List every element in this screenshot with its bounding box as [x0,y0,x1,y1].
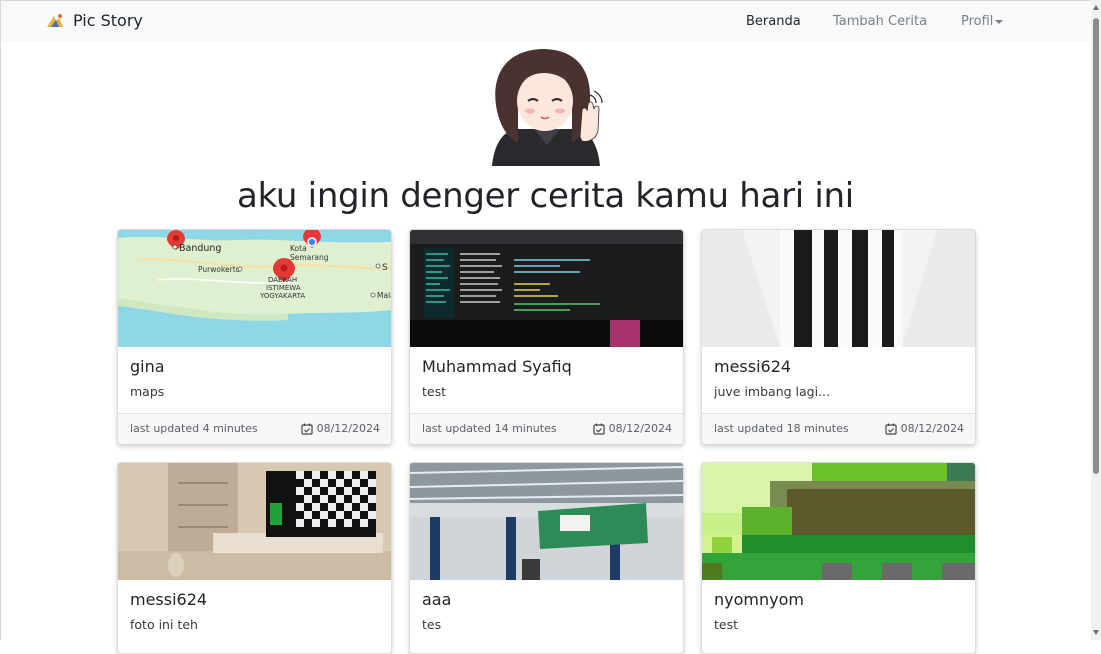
story-description: tes [422,617,442,632]
calendar-check-icon [592,423,605,435]
story-description: juve imbang lagi... [714,384,830,399]
story-updated-text: last updated 4 minutes [130,422,258,435]
story-author: gina [130,357,165,376]
scrollbar-thumb[interactable] [1093,18,1099,474]
map-label-s: S [382,263,388,273]
story-pixel-art-thumbnail [702,463,975,580]
story-author: messi624 [130,590,208,609]
navbar: Pic Story Beranda Tambah Cerita Profil [1,1,1090,42]
nav-home-link[interactable]: Beranda [746,14,801,29]
story-date-text: 08/12/2024 [608,422,672,435]
story-updated-text: last updated 14 minutes [422,422,557,435]
map-label-yogyakarta: YOGYAKARTA [259,292,305,300]
story-map-thumbnail: Bandung Kota Semarang Purwokerto DAERAH … [118,230,391,347]
story-description: foto ini teh [130,617,198,632]
page-headline: aku ingin denger cerita kamu hari ini [237,176,854,216]
story-author: aaa [422,590,452,609]
nav-profile-dropdown[interactable]: Profil [961,14,1004,29]
story-card[interactable]: messi624 foto ini teh [117,462,392,654]
story-card[interactable]: messi624 juve imbang lagi... last update… [701,229,976,445]
story-author: nyomnyom [714,590,804,609]
scroll-down-arrow-icon[interactable] [1093,630,1099,635]
story-date-text: 08/12/2024 [316,422,380,435]
calendar-check-icon [300,423,313,435]
nav-add-story-link[interactable]: Tambah Cerita [833,14,927,29]
story-date: 08/12/2024 [300,422,380,435]
story-author: Muhammad Syafiq [422,357,572,376]
page-scrollbar[interactable] [1091,0,1101,640]
calendar-check-icon [884,423,897,435]
story-card-footer: last updated 18 minutes 08/12/2024 [702,413,975,444]
story-description: maps [130,384,165,399]
map-label-purwokerto: Purwokerto [198,265,241,274]
brand-logo-icon [47,13,63,27]
story-photo-thumbnail [410,230,683,347]
map-label-bandung: Bandung [179,243,221,254]
nav-profile-label: Profil [961,14,994,29]
story-description: test [422,384,447,399]
story-date: 08/12/2024 [884,422,964,435]
map-label-daerah: DAERAH [268,276,297,284]
story-photo-thumbnail [410,463,683,580]
chevron-down-icon [995,19,1004,24]
story-card[interactable]: aaa tes [409,462,684,654]
story-card-footer: last updated 14 minutes 08/12/2024 [410,413,683,444]
story-card-footer: last updated 4 minutes 08/12/2024 [118,413,391,444]
story-photo-thumbnail [118,463,391,580]
story-updated-text: last updated 18 minutes [714,422,849,435]
story-card[interactable]: nyomnyom test [701,462,976,654]
story-author: messi624 [714,357,792,376]
map-label-semarang: Semarang [290,253,329,262]
map-label-istimewa: ISTIMEWA [266,284,301,292]
map-label-mala: Mala [377,291,391,300]
story-photo-thumbnail [702,230,975,347]
story-date-text: 08/12/2024 [900,422,964,435]
brand-name: Pic Story [73,11,143,30]
map-label-kota: Kota [290,244,307,253]
hero-waving-girl-illustration [492,49,603,166]
scroll-up-arrow-icon[interactable] [1093,5,1099,10]
story-card[interactable]: Bandung Kota Semarang Purwokerto DAERAH … [117,229,392,445]
story-card[interactable]: Muhammad Syafiq test last updated 14 min… [409,229,684,445]
brand-link[interactable]: Pic Story [45,11,143,30]
story-date: 08/12/2024 [592,422,672,435]
story-description: test [714,617,739,632]
